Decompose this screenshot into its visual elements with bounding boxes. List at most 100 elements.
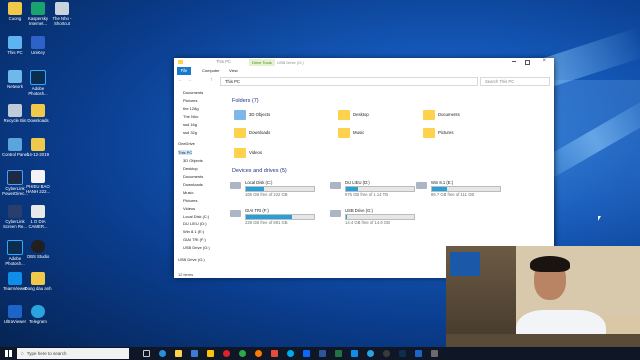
folder-downloads[interactable]: Downloads	[234, 128, 270, 138]
nav-documents[interactable]: Documents	[183, 90, 203, 95]
folders-header[interactable]: Folders (7)	[232, 98, 259, 104]
desktop-icon-dong-dau-anh[interactable]: Dong dau anh	[23, 272, 53, 291]
telegram-icon	[31, 305, 45, 318]
tab-drive-tools[interactable]: Drive Tools	[249, 59, 275, 66]
file-explorer-icon[interactable]	[175, 350, 182, 357]
nav-the-128g[interactable]: the 128g	[183, 106, 199, 111]
app-icon[interactable]	[431, 350, 438, 357]
desktop-icon-telegram[interactable]: Telegram	[23, 305, 53, 324]
windows-start-icon[interactable]	[5, 350, 12, 357]
taskbar: ○ Type here to search	[0, 347, 640, 360]
search-icon: ○	[21, 351, 24, 356]
obs-icon[interactable]	[383, 350, 390, 357]
window-title: This PC	[216, 59, 231, 64]
skype-icon[interactable]	[287, 350, 294, 357]
zalo-icon[interactable]	[303, 350, 310, 357]
folder-3d-objects[interactable]: 3D Objects	[234, 110, 270, 120]
nav-this-pc[interactable]: This PC	[178, 150, 193, 156]
nav-videos[interactable]: Videos	[183, 206, 195, 211]
nav-downloads[interactable]: Downloads	[183, 182, 203, 187]
nav-ssd-16g[interactable]: ssd 16g	[183, 122, 197, 127]
folder-desktop[interactable]: Desktop	[338, 110, 369, 120]
folder-icon	[31, 272, 45, 285]
teamviewer-icon[interactable]	[351, 350, 358, 357]
folder-icon	[178, 60, 183, 64]
content-pane: Folders (7) 3D Objects Desktop Documents…	[226, 88, 550, 270]
taskbar-search-input[interactable]: ○ Type here to search	[17, 348, 129, 359]
word-icon[interactable]	[319, 350, 326, 357]
desktop-icon-phieu-bao-hanh[interactable]: PHIEU BAO HANH 222...	[23, 170, 53, 194]
folder-music[interactable]: Music	[338, 128, 364, 138]
folder-videos[interactable]: Videos	[234, 148, 262, 158]
nav-the-nho[interactable]: The Nho	[183, 114, 198, 119]
tab-view[interactable]: View	[229, 68, 238, 73]
drive-icon	[416, 182, 427, 189]
explorer-window[interactable]: This PC Drive Tools USB Drive (G:) × Fil…	[174, 58, 554, 278]
store-icon[interactable]	[191, 350, 198, 357]
teamviewer-icon	[8, 272, 22, 285]
firefox-icon[interactable]	[255, 350, 262, 357]
desktop-icon-o-dia-camera[interactable]: 1 O DIA CAMER...	[23, 205, 53, 229]
task-view-icon[interactable]	[143, 350, 150, 357]
nav-local-disk-c[interactable]: Local Disk (C:)	[183, 214, 209, 219]
drive-name: DU LIEU (D:)	[345, 180, 370, 185]
nav-pictures[interactable]: Pictures	[183, 98, 197, 103]
folder-icon[interactable]	[207, 350, 214, 357]
folder-icon	[31, 138, 45, 151]
drive-free-space: 86.7 GB free of 111 GB	[431, 192, 475, 197]
excel-icon[interactable]	[335, 350, 342, 357]
music-folder-icon	[338, 128, 350, 138]
nav-3d-objects[interactable]: 3D Objects	[183, 158, 203, 163]
nav-usb-drive-g[interactable]: USB Drive (G:)	[183, 245, 210, 250]
drive-icon	[330, 210, 341, 217]
address-bar[interactable]: This PC	[220, 77, 478, 86]
navigation-pane: Documents Pictures the 128g The Nho ssd 16g s…	[174, 88, 224, 270]
tab-file[interactable]: File	[177, 67, 191, 75]
forward-arrow-icon[interactable]: →	[187, 77, 192, 83]
ultraviewer-icon[interactable]	[415, 350, 422, 357]
drives-header[interactable]: Devices and drives (5)	[232, 168, 287, 174]
minimize-icon[interactable]	[512, 61, 516, 62]
app-icon[interactable]	[271, 350, 278, 357]
close-icon[interactable]: ×	[542, 58, 546, 64]
desktop-icon-unikey[interactable]: UniKey	[23, 36, 53, 55]
up-arrow-icon[interactable]: ↑	[210, 77, 213, 83]
nav-ssd-32g[interactable]: ssd 32g	[183, 130, 197, 135]
nav-pictures-2[interactable]: Pictures	[183, 198, 197, 203]
kaspersky-icon	[31, 2, 45, 15]
drive-usage-fill	[246, 187, 264, 191]
opera-icon[interactable]	[223, 350, 230, 357]
nav-music[interactable]: Music	[183, 190, 193, 195]
desktop-icon-downloads[interactable]: Downloads	[23, 104, 53, 123]
edge-icon[interactable]	[159, 350, 166, 357]
folder-documents[interactable]: Documents	[423, 110, 460, 120]
chrome-icon[interactable]	[239, 350, 246, 357]
nav-giai-tri-f[interactable]: GIAI TRI (F:)	[183, 237, 206, 242]
screen-recorder-icon	[8, 205, 22, 218]
photoshop-icon	[7, 240, 23, 255]
desktop-icon-obs[interactable]: OBS Studio	[23, 240, 53, 259]
back-arrow-icon[interactable]: ←	[178, 77, 183, 83]
folder-pictures[interactable]: Pictures	[423, 128, 454, 138]
webcam-overlay	[446, 246, 640, 360]
telegram-icon[interactable]	[367, 350, 374, 357]
desktop-icon-14-12-2019[interactable]: 14-12-2019	[23, 138, 53, 157]
photoshop-icon[interactable]	[399, 350, 406, 357]
nav-du-lieu-d[interactable]: DU LIEU (D:)	[183, 221, 207, 226]
nav-documents-2[interactable]: Documents	[183, 174, 203, 179]
tab-computer[interactable]: Computer	[202, 68, 220, 73]
drive-name: Local Disk (C:)	[245, 180, 273, 185]
pictures-folder-icon	[423, 128, 435, 138]
nav-desktop[interactable]: Desktop	[183, 166, 198, 171]
nav-win81-e[interactable]: Win 8.1 (E:)	[183, 229, 204, 234]
nav-onedrive[interactable]: OneDrive	[178, 141, 195, 146]
drive-usage-fill	[432, 187, 447, 191]
status-bar: 12 items	[178, 272, 194, 277]
drive-name: USB Drive (G:)	[345, 208, 373, 213]
tab-usb-drive[interactable]: USB Drive (G:)	[274, 59, 307, 66]
search-input[interactable]: Search This PC	[480, 77, 550, 86]
desktop-icon-the-nho[interactable]: The Nho - Shortcut	[47, 2, 77, 26]
desktop-icon-photoshop[interactable]: Adobe Photosh...	[23, 70, 53, 96]
maximize-icon[interactable]	[525, 60, 530, 65]
nav-usb-drive-g-2[interactable]: USB Drive (G:)	[178, 257, 205, 262]
